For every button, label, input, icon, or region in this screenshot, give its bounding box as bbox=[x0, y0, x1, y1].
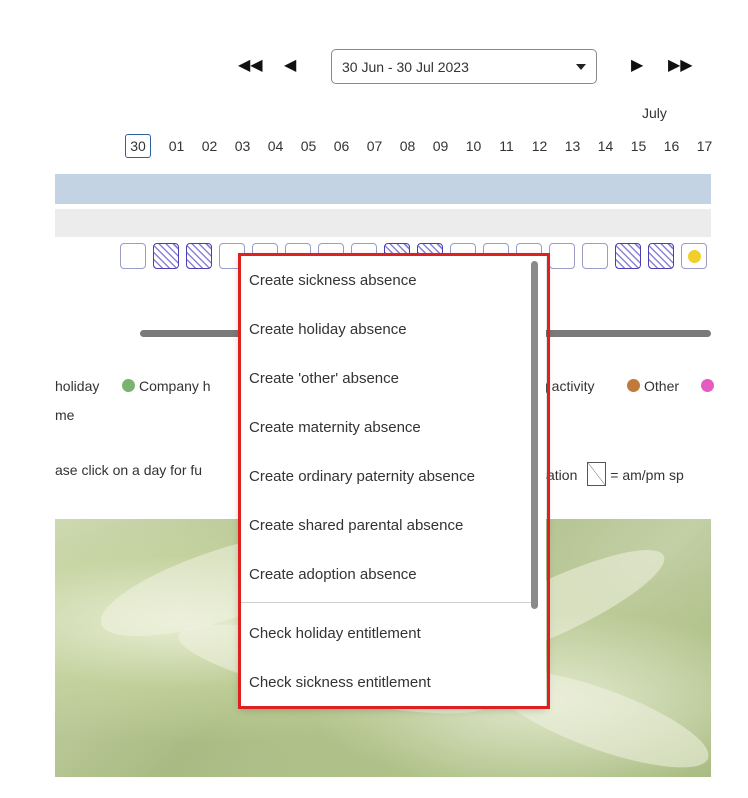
legend-line-two: me bbox=[55, 407, 75, 423]
day-label[interactable]: 05 bbox=[292, 134, 325, 158]
day-label[interactable]: 11 bbox=[490, 134, 523, 158]
next-period-button[interactable]: ▶ bbox=[631, 56, 643, 76]
legend-extra bbox=[701, 378, 718, 394]
last-period-button[interactable]: ▶▶ bbox=[668, 56, 693, 76]
day-label[interactable]: 14 bbox=[589, 134, 622, 158]
menu-item-create-sickness[interactable]: Create sickness absence bbox=[249, 272, 417, 289]
day-label[interactable]: 02 bbox=[193, 134, 226, 158]
legend-company-holiday: Company h bbox=[122, 378, 211, 394]
day-cell[interactable] bbox=[681, 243, 707, 269]
menu-item-check-holiday[interactable]: Check holiday entitlement bbox=[249, 625, 421, 642]
day-header-row: 30 01 02 03 04 05 06 07 08 09 10 11 12 13 14 15 16 17 bbox=[125, 134, 715, 160]
day-label[interactable]: 08 bbox=[391, 134, 424, 158]
day-label[interactable]: 13 bbox=[556, 134, 589, 158]
day-cell[interactable] bbox=[120, 243, 146, 269]
absence-context-menu: Create sickness absence Create holiday a… bbox=[240, 255, 546, 707]
day-cell[interactable] bbox=[549, 243, 575, 269]
day-label[interactable]: 09 bbox=[424, 134, 457, 158]
calendar-band-primary bbox=[55, 174, 711, 204]
day-label[interactable]: 04 bbox=[259, 134, 292, 158]
day-label[interactable]: 15 bbox=[622, 134, 655, 158]
legend-dot-icon bbox=[701, 379, 714, 392]
day-cell[interactable] bbox=[153, 243, 179, 269]
instruction-text: ase click on a day for fu bbox=[55, 462, 203, 478]
legend-training-activity: g activity bbox=[540, 378, 594, 394]
legend-dot-icon bbox=[627, 379, 640, 392]
legend-company-label: Company h bbox=[139, 378, 211, 394]
day-label[interactable]: 06 bbox=[325, 134, 358, 158]
chevron-down-icon bbox=[576, 64, 586, 70]
menu-item-create-maternity[interactable]: Create maternity absence bbox=[249, 419, 421, 436]
first-period-button[interactable]: ◀◀ bbox=[238, 56, 263, 76]
ampm-label: = am/pm sp bbox=[610, 467, 684, 483]
half-day-icon bbox=[587, 462, 607, 486]
legend-other: Other bbox=[627, 378, 679, 394]
legend-dot-icon bbox=[122, 379, 135, 392]
day-label[interactable]: 30 bbox=[125, 134, 151, 158]
day-label[interactable]: 03 bbox=[226, 134, 259, 158]
date-range-select[interactable]: 30 Jun - 30 Jul 2023 bbox=[331, 49, 597, 84]
legend-other-label: Other bbox=[644, 378, 680, 394]
menu-scrollbar[interactable] bbox=[531, 261, 538, 609]
day-label[interactable]: 10 bbox=[457, 134, 490, 158]
menu-item-create-shared-parental[interactable]: Create shared parental absence bbox=[249, 517, 463, 534]
instruction-key: sation = am/pm sp bbox=[540, 462, 684, 486]
day-label[interactable]: 12 bbox=[523, 134, 556, 158]
month-label: July bbox=[642, 105, 667, 121]
day-cell[interactable] bbox=[615, 243, 641, 269]
date-range-value: 30 Jun - 30 Jul 2023 bbox=[342, 59, 469, 75]
day-label[interactable]: 16 bbox=[655, 134, 688, 158]
previous-period-button[interactable]: ◀ bbox=[284, 56, 296, 76]
menu-item-create-holiday[interactable]: Create holiday absence bbox=[249, 321, 407, 338]
menu-item-create-adoption[interactable]: Create adoption absence bbox=[249, 566, 417, 583]
day-label[interactable]: 01 bbox=[160, 134, 193, 158]
menu-item-check-sickness[interactable]: Check sickness entitlement bbox=[249, 674, 431, 691]
calendar-band-secondary bbox=[55, 209, 711, 237]
legend-holiday-label: holiday bbox=[55, 378, 100, 394]
day-label[interactable]: 17 bbox=[688, 134, 715, 158]
day-cell[interactable] bbox=[648, 243, 674, 269]
menu-item-create-other[interactable]: Create 'other' absence bbox=[249, 370, 399, 387]
legend-holiday: holiday bbox=[55, 378, 99, 394]
day-cell[interactable] bbox=[582, 243, 608, 269]
menu-divider bbox=[240, 602, 538, 603]
legend-training-label: g activity bbox=[540, 378, 595, 394]
day-cell[interactable] bbox=[186, 243, 212, 269]
menu-item-create-paternity[interactable]: Create ordinary paternity absence bbox=[249, 468, 475, 485]
day-label[interactable]: 07 bbox=[358, 134, 391, 158]
